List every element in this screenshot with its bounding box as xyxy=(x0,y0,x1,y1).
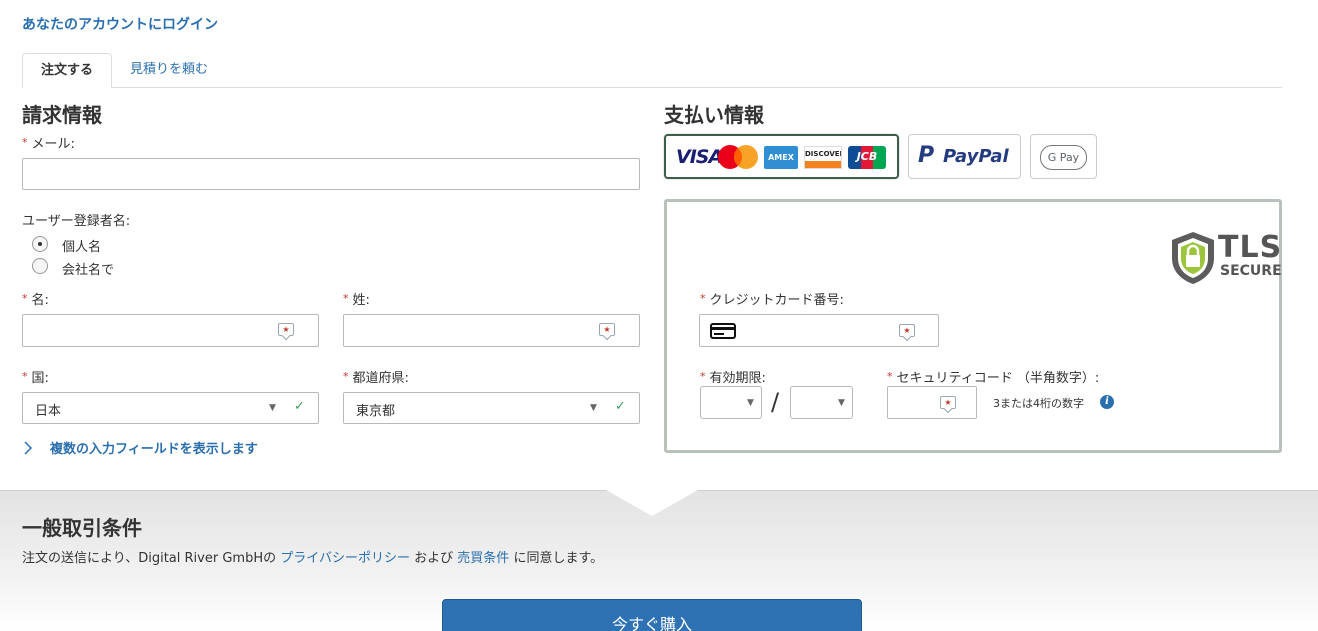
chevron-down-icon: ▼ xyxy=(269,403,276,413)
tls-badge-title: TLS xyxy=(1218,230,1283,265)
expiry-month-select[interactable]: ▼ xyxy=(700,386,762,419)
radio-personal-label: 個人名 xyxy=(62,240,102,255)
paypal-label: PayPal xyxy=(943,146,1009,167)
tls-badge-subtitle: SECURE xyxy=(1220,263,1282,279)
credit-card-method-button[interactable]: VISA AMEX DISCOVER JCB xyxy=(664,134,899,179)
jcb-logo: JCB xyxy=(848,146,886,169)
google-pay-logo: G Pay xyxy=(1040,145,1087,170)
autofill-icon[interactable]: ★ xyxy=(899,324,915,337)
radio-personal[interactable] xyxy=(32,236,48,252)
security-code-field[interactable]: ★ xyxy=(887,386,977,419)
chevron-down-icon: ▼ xyxy=(747,398,754,408)
expiry-separator: / xyxy=(771,388,780,416)
visa-logo: VISA xyxy=(676,146,723,168)
tab-order[interactable]: 注文する xyxy=(22,53,112,88)
country-value: 日本 xyxy=(35,404,62,419)
prefecture-select[interactable]: 東京都 ▼ ✓ xyxy=(343,392,640,424)
privacy-policy-link[interactable]: プライバシーポリシー xyxy=(280,551,410,566)
terms-text: 注文の送信により、Digital River GmbHの プライバシーポリシー … xyxy=(22,551,604,566)
email-label: * メール: xyxy=(22,136,75,152)
google-pay-method-button[interactable]: G Pay xyxy=(1030,134,1097,179)
terms-title: 一般取引条件 xyxy=(22,516,142,540)
autofill-icon[interactable]: ★ xyxy=(599,323,615,336)
paypal-method-button[interactable]: P PayPal xyxy=(908,134,1021,179)
paypal-icon: P xyxy=(918,143,935,168)
chevron-down-icon: ▼ xyxy=(838,398,845,408)
prefecture-label: * 都道府県: xyxy=(343,370,409,386)
buy-now-button[interactable]: 今すぐ購入 xyxy=(442,599,862,631)
tab-quote[interactable]: 見積りを頼む xyxy=(114,53,224,88)
credit-card-icon xyxy=(710,323,736,339)
check-icon: ✓ xyxy=(615,399,626,414)
prefecture-value: 東京都 xyxy=(356,404,396,419)
autofill-icon[interactable]: ★ xyxy=(940,396,956,409)
first-name-field[interactable]: ★ xyxy=(22,314,319,347)
terms-of-sale-link[interactable]: 売買条件 xyxy=(457,551,509,566)
amex-logo: AMEX xyxy=(764,146,798,169)
more-fields-label: 複数の入力フィールドを表示します xyxy=(50,442,258,457)
country-label: * 国: xyxy=(22,370,49,386)
card-number-label: * クレジットカード番号: xyxy=(700,292,844,308)
last-name-label: * 姓: xyxy=(343,292,370,308)
check-icon: ✓ xyxy=(294,399,305,414)
first-name-label: * 名: xyxy=(22,292,49,308)
radio-company[interactable] xyxy=(32,258,48,274)
info-icon[interactable]: i xyxy=(1100,395,1114,409)
shield-lock-icon xyxy=(1172,232,1214,284)
expiry-label: * 有効期限: xyxy=(700,370,766,386)
expiry-year-select[interactable]: ▼ xyxy=(790,386,853,419)
email-field[interactable] xyxy=(22,158,640,190)
security-code-hint: 3または4桁の数字 xyxy=(993,397,1084,410)
country-select[interactable]: 日本 ▼ ✓ xyxy=(22,392,319,424)
payment-title: 支払い情報 xyxy=(664,103,764,127)
security-code-label: * セキュリティコード （半角数字）: xyxy=(887,370,1100,386)
last-name-field[interactable]: ★ xyxy=(343,314,640,347)
mastercard-logo xyxy=(718,145,758,169)
login-link[interactable]: あなたのアカウントにログイン xyxy=(22,14,218,34)
discover-logo: DISCOVER xyxy=(804,146,842,169)
card-number-field[interactable]: ★ xyxy=(699,314,939,347)
radio-company-label: 会社名で xyxy=(62,263,115,278)
order-tabs: 注文する 見積りを頼む xyxy=(22,53,1282,88)
billing-title: 請求情報 xyxy=(22,103,102,127)
registrant-label: ユーザー登録者名: xyxy=(22,214,131,229)
autofill-icon[interactable]: ★ xyxy=(278,323,294,336)
card-details-panel: TLS SECURE * クレジットカード番号: ★ * 有効期限: ▼ / ▼ *… xyxy=(664,199,1282,453)
section-notch xyxy=(606,490,698,516)
chevron-down-icon: ▼ xyxy=(590,403,597,413)
chevron-right-icon xyxy=(24,441,33,455)
